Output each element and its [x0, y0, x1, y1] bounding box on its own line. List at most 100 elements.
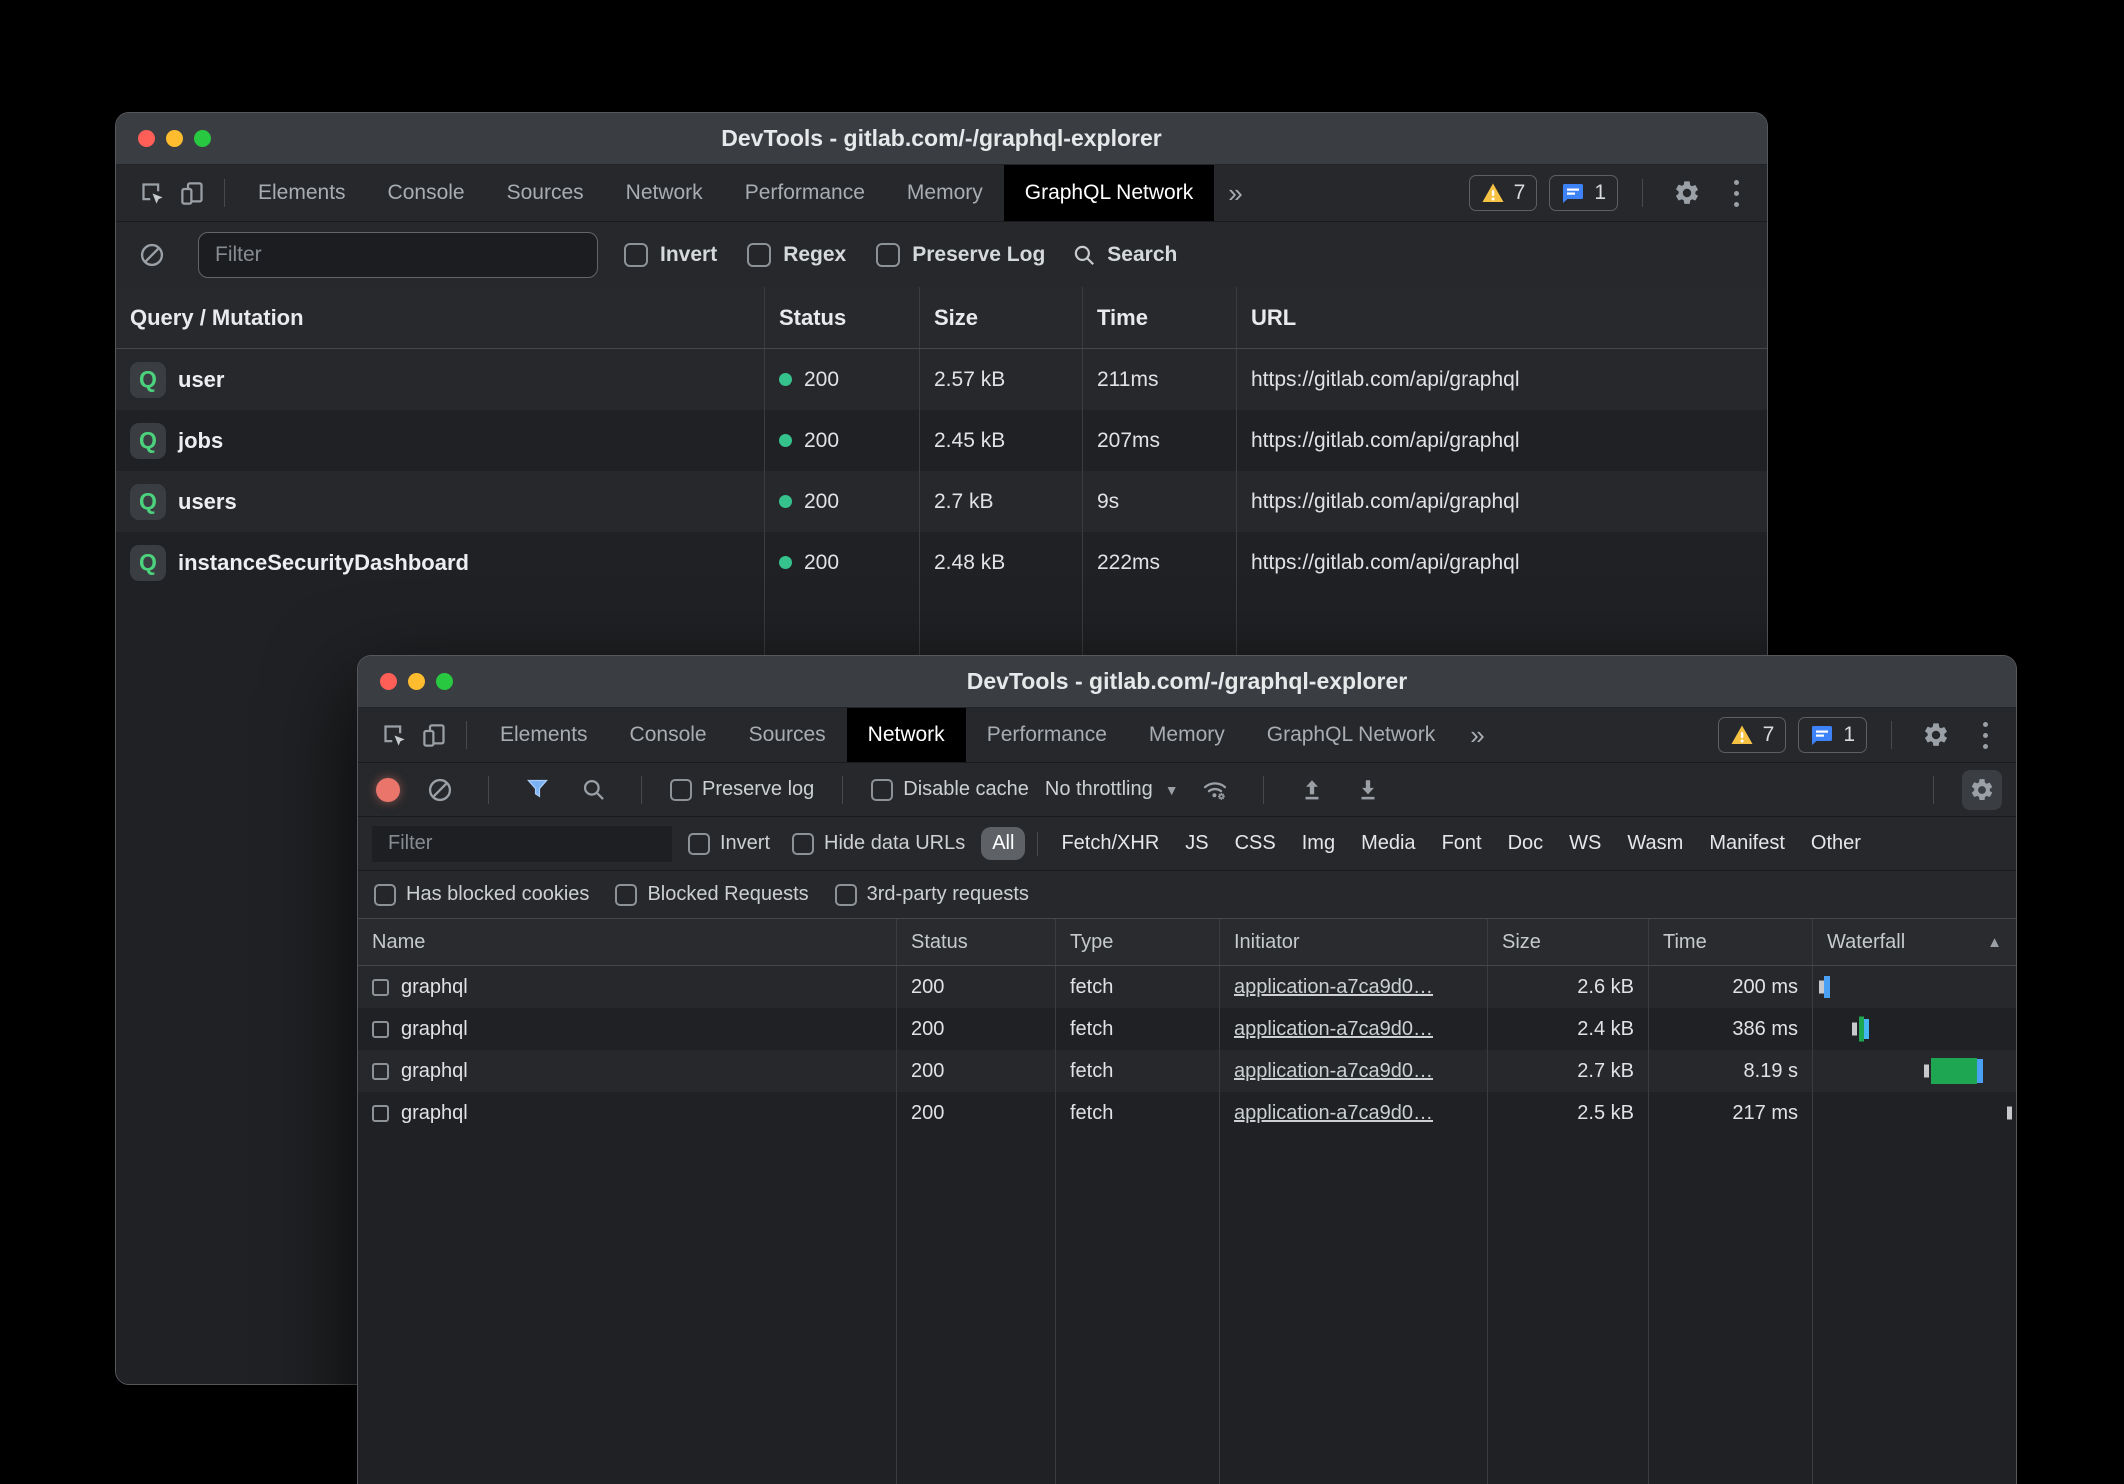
clear-button[interactable] — [132, 235, 172, 275]
titlebar[interactable]: DevTools - gitlab.com/-/graphql-explorer — [358, 656, 2016, 708]
inspect-element-button[interactable] — [132, 173, 172, 213]
filter-chip-img[interactable]: Img — [1291, 827, 1346, 860]
filter-chip-manifest[interactable]: Manifest — [1698, 827, 1796, 860]
filter-chip-css[interactable]: CSS — [1224, 827, 1287, 860]
zoom-button[interactable] — [194, 130, 211, 147]
tab-console[interactable]: Console — [609, 708, 728, 762]
column-header-size[interactable]: Size — [1488, 919, 1649, 965]
filter-chip-media[interactable]: Media — [1350, 827, 1426, 860]
tab-console[interactable]: Console — [367, 165, 486, 221]
initiator-link[interactable]: application-a7ca9d0… — [1234, 1102, 1433, 1125]
record-button[interactable] — [376, 778, 400, 802]
minimize-button[interactable] — [166, 130, 183, 147]
network-row-graphql[interactable]: graphql200fetchapplication-a7ca9d0…2.6 k… — [358, 966, 2016, 1008]
close-button[interactable] — [380, 673, 397, 690]
filter-input[interactable] — [198, 232, 598, 278]
tab-memory[interactable]: Memory — [1128, 708, 1246, 762]
device-toolbar-button[interactable] — [414, 715, 454, 755]
column-header-status[interactable]: Status — [765, 287, 920, 348]
tab-sources[interactable]: Sources — [728, 708, 847, 762]
column-header-query-mutation[interactable]: Query / Mutation — [116, 287, 765, 348]
tab-network[interactable]: Network — [605, 165, 724, 221]
column-header-time[interactable]: Time — [1649, 919, 1813, 965]
more-tabs-button[interactable]: » — [1456, 720, 1498, 751]
minimize-button[interactable] — [408, 673, 425, 690]
filter-chip-doc[interactable]: Doc — [1497, 827, 1555, 860]
import-har-button[interactable] — [1292, 770, 1332, 810]
tab-graphql-network[interactable]: GraphQL Network — [1246, 708, 1456, 762]
warnings-badge[interactable]: 7 — [1718, 717, 1787, 753]
filter-chip-fetch-xhr[interactable]: Fetch/XHR — [1050, 827, 1170, 860]
graphql-regex-checkbox[interactable]: Regex — [747, 243, 846, 267]
search-button[interactable]: Search — [1071, 242, 1177, 268]
row-checkbox[interactable] — [372, 1105, 389, 1122]
tab-elements[interactable]: Elements — [237, 165, 367, 221]
row-checkbox[interactable] — [372, 1021, 389, 1038]
graphql-row-users[interactable]: Qusers2002.7 kB9shttps://gitlab.com/api/… — [116, 471, 1767, 532]
filter-chip-all[interactable]: All — [981, 827, 1025, 860]
settings-button[interactable] — [1667, 173, 1707, 213]
issues-badge[interactable]: 1 — [1798, 717, 1867, 753]
zoom-button[interactable] — [436, 673, 453, 690]
network-settings-button[interactable] — [1962, 770, 2002, 810]
row-checkbox[interactable] — [372, 1063, 389, 1080]
initiator-link[interactable]: application-a7ca9d0… — [1234, 976, 1433, 999]
device-toolbar-button[interactable] — [172, 173, 212, 213]
tab-performance[interactable]: Performance — [966, 708, 1128, 762]
graphql-row-jobs[interactable]: Qjobs2002.45 kB207mshttps://gitlab.com/a… — [116, 410, 1767, 471]
column-header-size[interactable]: Size — [920, 287, 1083, 348]
row-checkbox[interactable] — [372, 979, 389, 996]
more-options-button[interactable] — [1719, 173, 1753, 213]
settings-button[interactable] — [1916, 715, 1956, 755]
network-conditions-button[interactable] — [1195, 770, 1235, 810]
option-3rd-party-requests-checkbox[interactable]: 3rd-party requests — [835, 883, 1029, 906]
tab-memory[interactable]: Memory — [886, 165, 1004, 221]
issues-badge[interactable]: 1 — [1549, 175, 1618, 211]
graphql-preserve-log-checkbox[interactable]: Preserve Log — [876, 243, 1045, 267]
preserve-log-checkbox[interactable]: Preserve log — [670, 778, 814, 801]
disable-cache-checkbox[interactable]: Disable cache — [871, 778, 1029, 801]
inspect-element-button[interactable] — [374, 715, 414, 755]
column-header-initiator[interactable]: Initiator — [1220, 919, 1488, 965]
column-header-waterfall[interactable]: Waterfall▲ — [1813, 919, 2016, 965]
tab-sources[interactable]: Sources — [486, 165, 605, 221]
graphql-row-instancesecuritydashboard[interactable]: QinstanceSecurityDashboard2002.48 kB222m… — [116, 532, 1767, 593]
filter-input[interactable] — [372, 826, 672, 862]
column-header-status[interactable]: Status — [897, 919, 1056, 965]
filter-chip-font[interactable]: Font — [1431, 827, 1493, 860]
initiator-link[interactable]: application-a7ca9d0… — [1234, 1018, 1433, 1041]
graphql-row-user[interactable]: Quser2002.57 kB211mshttps://gitlab.com/a… — [116, 349, 1767, 410]
titlebar[interactable]: DevTools - gitlab.com/-/graphql-explorer — [116, 113, 1767, 165]
search-button[interactable] — [573, 770, 613, 810]
tab-graphql-network[interactable]: GraphQL Network — [1004, 165, 1214, 221]
network-row-graphql[interactable]: graphql200fetchapplication-a7ca9d0…2.7 k… — [358, 1050, 2016, 1092]
network-row-graphql[interactable]: graphql200fetchapplication-a7ca9d0…2.4 k… — [358, 1008, 2016, 1050]
close-button[interactable] — [138, 130, 155, 147]
tab-network[interactable]: Network — [847, 708, 966, 762]
option-blocked-requests-checkbox[interactable]: Blocked Requests — [615, 883, 808, 906]
tab-performance[interactable]: Performance — [724, 165, 886, 221]
option-has-blocked-cookies-checkbox[interactable]: Has blocked cookies — [374, 883, 589, 906]
initiator-link[interactable]: application-a7ca9d0… — [1234, 1060, 1433, 1083]
more-options-button[interactable] — [1968, 715, 2002, 755]
filter-chip-other[interactable]: Other — [1800, 827, 1872, 860]
column-header-type[interactable]: Type — [1056, 919, 1220, 965]
tab-elements[interactable]: Elements — [479, 708, 609, 762]
network-hide-data-urls-checkbox[interactable]: Hide data URLs — [792, 832, 965, 855]
column-header-name[interactable]: Name — [358, 919, 897, 965]
filter-chip-wasm[interactable]: Wasm — [1616, 827, 1694, 860]
column-header-time[interactable]: Time — [1083, 287, 1237, 348]
throttling-select[interactable]: No throttling ▼ — [1045, 778, 1179, 801]
network-invert-checkbox[interactable]: Invert — [688, 832, 770, 855]
network-row-graphql[interactable]: graphql200fetchapplication-a7ca9d0…2.5 k… — [358, 1092, 2016, 1134]
size-cell: 2.57 kB — [920, 349, 1083, 410]
column-header-url[interactable]: URL — [1237, 287, 1767, 348]
graphql-invert-checkbox[interactable]: Invert — [624, 243, 717, 267]
filter-toggle-button[interactable] — [517, 770, 557, 810]
export-har-button[interactable] — [1348, 770, 1388, 810]
filter-chip-js[interactable]: JS — [1174, 827, 1219, 860]
clear-button[interactable] — [420, 770, 460, 810]
warnings-badge[interactable]: 7 — [1469, 175, 1538, 211]
more-tabs-button[interactable]: » — [1214, 178, 1256, 209]
filter-chip-ws[interactable]: WS — [1558, 827, 1612, 860]
